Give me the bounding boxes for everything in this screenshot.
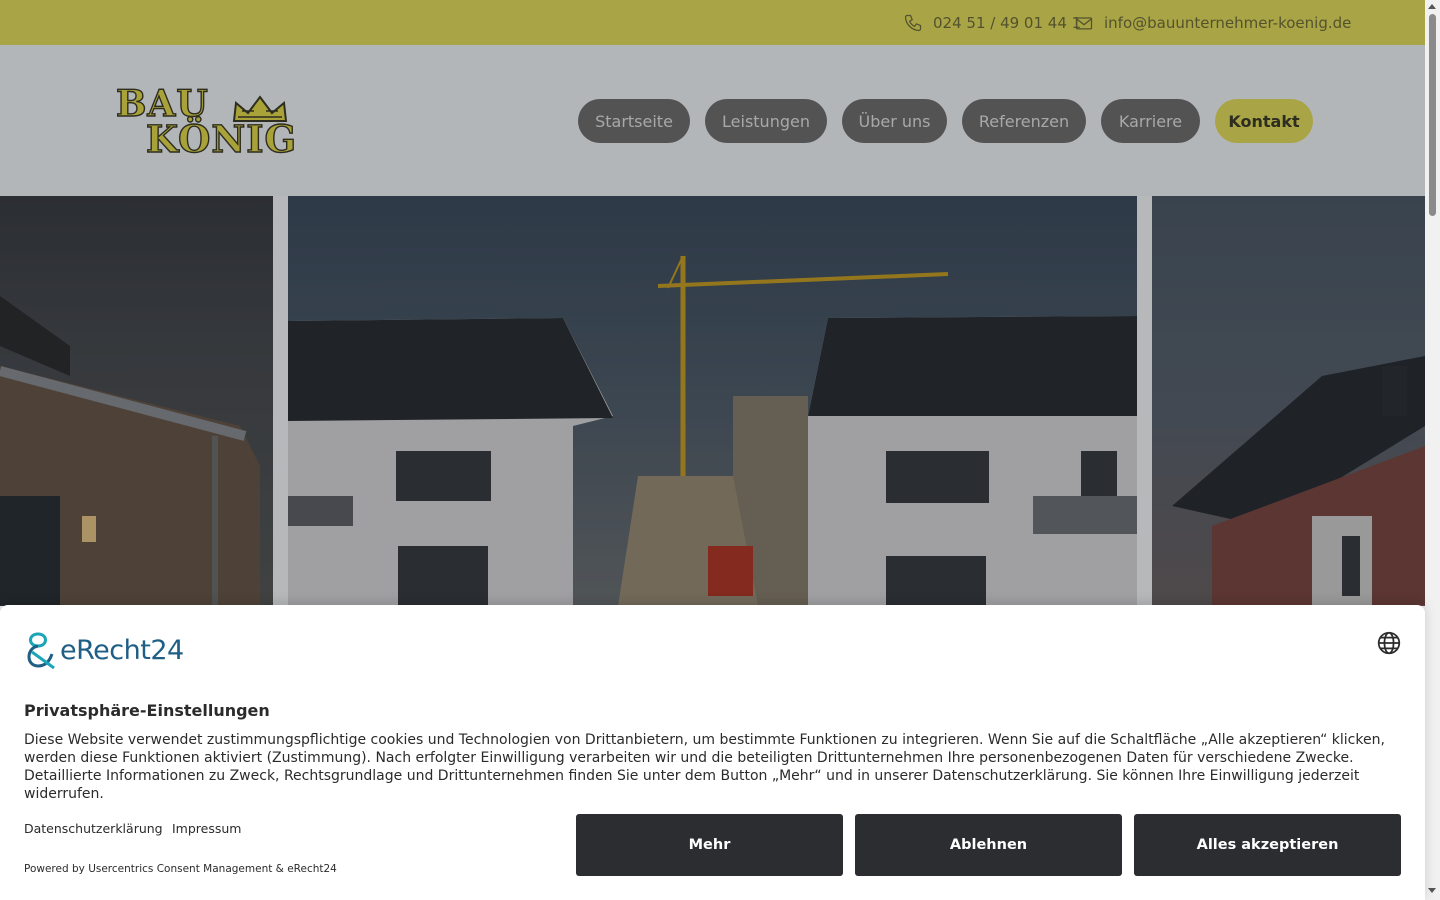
nav-label: Startseite — [595, 111, 673, 131]
more-button-label: Mehr — [688, 837, 731, 853]
decline-button-label: Ablehnen — [949, 837, 1028, 853]
image-shade — [288, 196, 1137, 606]
erecht24-wordmark: eRecht24 — [60, 634, 184, 666]
top-bar: 024 51 / 49 01 44 1 info@bauunternehmer-… — [0, 0, 1425, 45]
nav-label: Leistungen — [722, 111, 810, 131]
hero-image-left[interactable] — [0, 196, 273, 606]
consent-title: Privatsphäre-Einstellungen — [24, 701, 270, 720]
nav-label: Referenzen — [978, 111, 1070, 131]
image-shade — [1152, 196, 1425, 606]
nav-referenzen[interactable]: Referenzen — [962, 99, 1086, 143]
nav-karriere[interactable]: Karriere — [1101, 99, 1200, 143]
erecht24-logo: eRecht24 — [24, 630, 184, 670]
nav-label: Karriere — [1118, 111, 1183, 131]
accept-all-button-label: Alles akzeptieren — [1196, 837, 1339, 853]
mail-icon — [1075, 17, 1093, 30]
scroll-thumb[interactable] — [1429, 14, 1436, 216]
nav-label: Über uns — [858, 111, 931, 131]
nav-label: Kontakt — [1228, 111, 1300, 131]
decline-button[interactable]: Ablehnen — [855, 814, 1122, 876]
scroll-down-icon[interactable] — [1428, 888, 1436, 893]
erecht24-mark-icon — [27, 632, 55, 670]
privacy-policy-link[interactable]: Datenschutzerklärung — [24, 821, 163, 836]
scroll-up-icon[interactable] — [1428, 4, 1436, 9]
consent-text: Diese Website verwendet zustimmungspflic… — [24, 732, 1385, 802]
nav-kontakt[interactable]: Kontakt — [1215, 99, 1313, 143]
email-contact[interactable]: info@bauunternehmer-koenig.de — [1074, 12, 1351, 34]
site-logo[interactable]: BAU KÖNIG — [114, 82, 298, 161]
more-button[interactable]: Mehr — [576, 814, 843, 876]
imprint-link[interactable]: Impressum — [172, 821, 241, 836]
powered-by-text: Powered by Usercentrics Consent Manageme… — [24, 863, 337, 875]
hero-image-main[interactable] — [288, 196, 1137, 606]
email-address[interactable]: info@bauunternehmer-koenig.de — [1104, 14, 1351, 32]
image-shade — [0, 196, 273, 606]
nav-ueber-uns[interactable]: Über uns — [842, 99, 947, 143]
site-header: BAU KÖNIG Startseite Leistungen Über uns… — [0, 45, 1425, 196]
accept-all-button[interactable]: Alles akzeptieren — [1134, 814, 1401, 876]
consent-banner: eRecht24 Privatsphäre-Einstellungen Dies… — [0, 605, 1425, 900]
phone-number[interactable]: 024 51 / 49 01 44 1 — [933, 14, 1081, 32]
phone-contact[interactable]: 024 51 / 49 01 44 1 — [903, 12, 1081, 34]
page-scrollbar[interactable] — [1425, 0, 1440, 900]
hero-image-right[interactable] — [1152, 196, 1425, 606]
nav-startseite[interactable]: Startseite — [578, 99, 690, 143]
phone-icon — [904, 14, 922, 32]
logo-line-2: KÖNIG — [145, 116, 298, 161]
nav-leistungen[interactable]: Leistungen — [705, 99, 827, 143]
globe-icon[interactable] — [1376, 630, 1402, 656]
